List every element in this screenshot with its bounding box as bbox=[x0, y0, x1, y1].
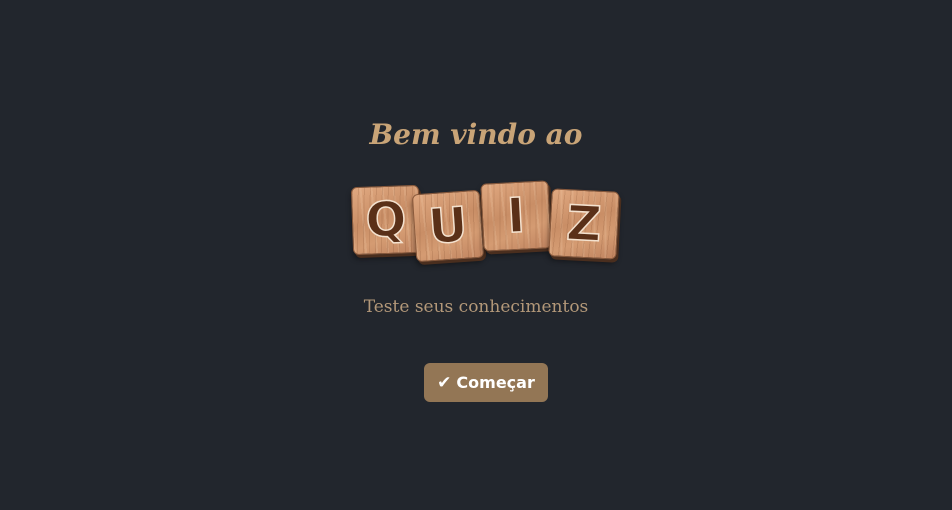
welcome-heading: Bem vindo ao bbox=[369, 118, 583, 151]
quiz-welcome-screen: Bem vindo ao Q U I Z Teste seus conhecim… bbox=[0, 0, 952, 510]
quiz-logo: Q U I Z bbox=[348, 178, 628, 278]
subtitle: Teste seus conhecimentos bbox=[363, 297, 589, 317]
logo-tile-z: Z bbox=[548, 188, 620, 260]
logo-tile-i: I bbox=[480, 180, 552, 252]
start-button-label: Começar bbox=[456, 373, 535, 392]
logo-tile-q: Q bbox=[350, 184, 422, 256]
start-button[interactable]: ✔ Começar bbox=[424, 363, 548, 402]
logo-letter-z: Z bbox=[564, 194, 603, 253]
checkmark-icon: ✔ bbox=[437, 372, 452, 393]
logo-letter-q: Q bbox=[364, 191, 408, 250]
logo-letter-u: U bbox=[426, 196, 470, 256]
logo-tile-u: U bbox=[411, 189, 485, 263]
logo-letter-i: I bbox=[505, 187, 527, 245]
